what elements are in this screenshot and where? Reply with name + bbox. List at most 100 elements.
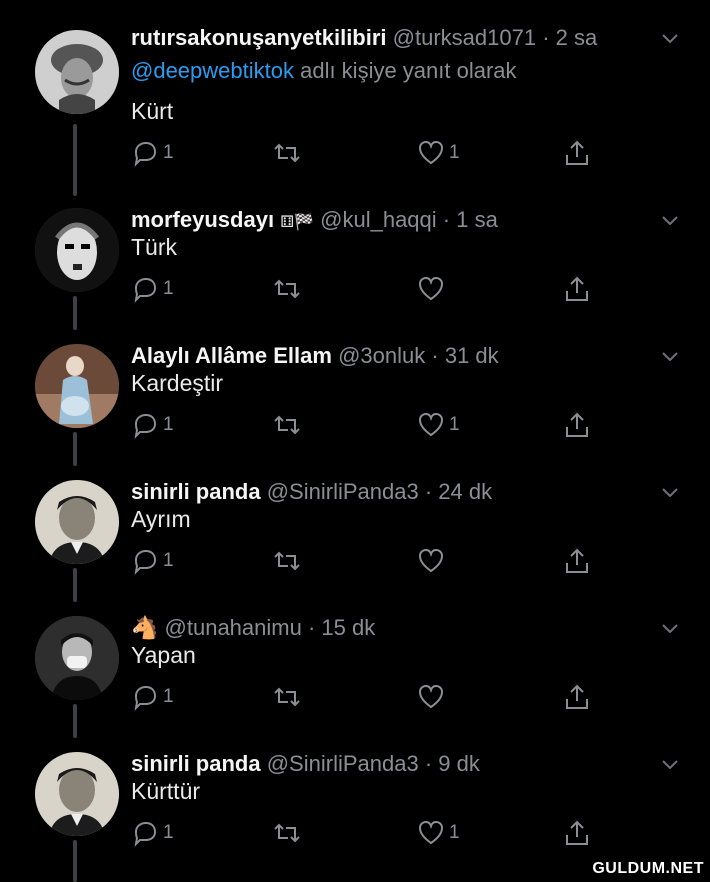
like-button[interactable]: 1 <box>417 818 460 848</box>
share-button[interactable] <box>563 818 591 848</box>
separator: · <box>542 25 550 50</box>
reply-count: 1 <box>163 414 174 435</box>
like-count: 1 <box>449 142 460 163</box>
retweet-button[interactable] <box>273 546 305 576</box>
share-button[interactable] <box>563 138 591 168</box>
reply-button[interactable]: 1 <box>131 818 174 848</box>
tweet-actions: 1 1 <box>131 138 710 170</box>
retweet-button[interactable] <box>273 818 305 848</box>
tweet-actions: 1 1 <box>131 818 710 850</box>
separator: · <box>431 343 439 368</box>
tweet-actions: 1 1 <box>131 410 710 442</box>
avatar[interactable] <box>35 208 119 292</box>
chevron-down-icon[interactable] <box>660 30 680 46</box>
retweet-icon <box>274 551 300 571</box>
tweet[interactable]: 🐴 @tunahanimu · 15 dk Yapan 1 <box>0 590 710 726</box>
tweet-header: morfeyusdayı ⚅🏁 @kul_haqqi · 1 sa <box>131 206 650 237</box>
retweet-icon <box>274 279 300 299</box>
timestamp[interactable]: 9 dk <box>438 751 480 776</box>
timestamp[interactable]: 15 dk <box>321 615 375 640</box>
avatar[interactable] <box>35 752 119 836</box>
tweet-text: Ayrım <box>131 506 191 532</box>
tweet-text: Yapan <box>131 642 196 668</box>
reply-context: @deepwebtiktok adlı kişiye yanıt olarak <box>131 58 517 84</box>
timestamp[interactable]: 1 sa <box>456 207 498 232</box>
user-handle[interactable]: @tunahanimu <box>165 615 302 640</box>
heart-icon <box>418 684 444 709</box>
timestamp[interactable]: 2 sa <box>556 25 598 50</box>
retweet-icon <box>274 823 300 843</box>
like-button[interactable] <box>417 274 449 304</box>
share-icon <box>566 820 588 845</box>
display-name[interactable]: sinirli panda <box>131 751 261 776</box>
separator: · <box>424 751 433 776</box>
tweet[interactable]: sinirli panda @SinirliPanda3 · 9 dk Kürt… <box>0 726 710 862</box>
timestamp[interactable]: 31 dk <box>445 343 499 368</box>
reply-button[interactable]: 1 <box>131 274 174 304</box>
heart-icon <box>418 140 444 165</box>
chevron-down-icon[interactable] <box>660 484 680 500</box>
avatar[interactable] <box>35 616 119 700</box>
separator: · <box>424 479 433 504</box>
reply-button[interactable]: 1 <box>131 546 174 576</box>
separator: · <box>442 207 451 232</box>
tweet-text: Kürttür <box>131 778 201 804</box>
share-icon <box>566 276 588 301</box>
like-button[interactable]: 1 <box>417 138 460 168</box>
heart-icon <box>418 412 444 437</box>
chevron-down-icon[interactable] <box>660 756 680 772</box>
tweet-text: Kardeştir <box>131 370 224 396</box>
tweet[interactable]: Alaylı Allâme Ellam @3onluk · 31 dk Kard… <box>0 318 710 454</box>
retweet-button[interactable] <box>273 138 305 168</box>
like-button[interactable] <box>417 546 449 576</box>
display-name[interactable]: morfeyusdayı <box>131 207 274 232</box>
retweet-button[interactable] <box>273 682 305 712</box>
tweet[interactable]: rutırsakonuşanyetkilibiri @turksad1071 ·… <box>0 0 710 180</box>
like-count: 1 <box>449 414 460 435</box>
like-count: 1 <box>449 822 460 843</box>
display-name[interactable]: Alaylı Allâme Ellam <box>131 343 332 368</box>
reply-icon <box>134 685 157 711</box>
user-handle[interactable]: @SinirliPanda3 <box>267 479 419 504</box>
reply-button[interactable]: 1 <box>131 682 174 712</box>
reply-count: 1 <box>163 278 174 299</box>
like-button[interactable]: 1 <box>417 410 460 440</box>
tweet-actions: 1 <box>131 682 710 714</box>
share-icon <box>566 548 588 573</box>
user-handle[interactable]: @kul_haqqi <box>320 207 437 232</box>
user-handle[interactable]: @turksad1071 <box>393 25 536 50</box>
display-name[interactable]: sinirli panda <box>131 479 261 504</box>
tweet[interactable]: morfeyusdayı ⚅🏁 @kul_haqqi · 1 sa Türk 1 <box>0 182 710 318</box>
retweet-button[interactable] <box>273 274 305 304</box>
chevron-down-icon[interactable] <box>660 348 680 364</box>
share-button[interactable] <box>563 546 591 576</box>
tweet-header: rutırsakonuşanyetkilibiri @turksad1071 ·… <box>131 24 650 52</box>
like-button[interactable] <box>417 682 449 712</box>
user-handle[interactable]: @3onluk <box>338 343 425 368</box>
display-name[interactable]: 🐴 <box>131 615 158 640</box>
tweet[interactable]: sinirli panda @SinirliPanda3 · 24 dk Ayr… <box>0 454 710 590</box>
avatar[interactable] <box>35 480 119 564</box>
user-handle[interactable]: @SinirliPanda3 <box>267 751 419 776</box>
reply-icon <box>134 141 157 167</box>
share-button[interactable] <box>563 274 591 304</box>
display-name[interactable]: rutırsakonuşanyetkilibiri <box>131 25 387 50</box>
timestamp[interactable]: 24 dk <box>438 479 492 504</box>
chevron-down-icon[interactable] <box>660 212 680 228</box>
reply-icon <box>134 549 157 575</box>
chevron-down-icon[interactable] <box>660 620 680 636</box>
share-button[interactable] <box>563 682 591 712</box>
tweet-text: Kürt <box>131 98 174 124</box>
name-emoji: ⚅🏁 <box>280 214 315 231</box>
retweet-button[interactable] <box>273 410 305 440</box>
retweet-icon <box>274 143 300 163</box>
reply-button[interactable]: 1 <box>131 410 174 440</box>
avatar[interactable] <box>35 30 119 114</box>
avatar[interactable] <box>35 344 119 428</box>
share-icon <box>566 412 588 437</box>
reply-icon <box>134 413 157 439</box>
reply-button[interactable]: 1 <box>131 138 174 168</box>
share-button[interactable] <box>563 410 591 440</box>
retweet-icon <box>274 415 300 435</box>
mention-link[interactable]: @deepwebtiktok <box>131 58 294 83</box>
